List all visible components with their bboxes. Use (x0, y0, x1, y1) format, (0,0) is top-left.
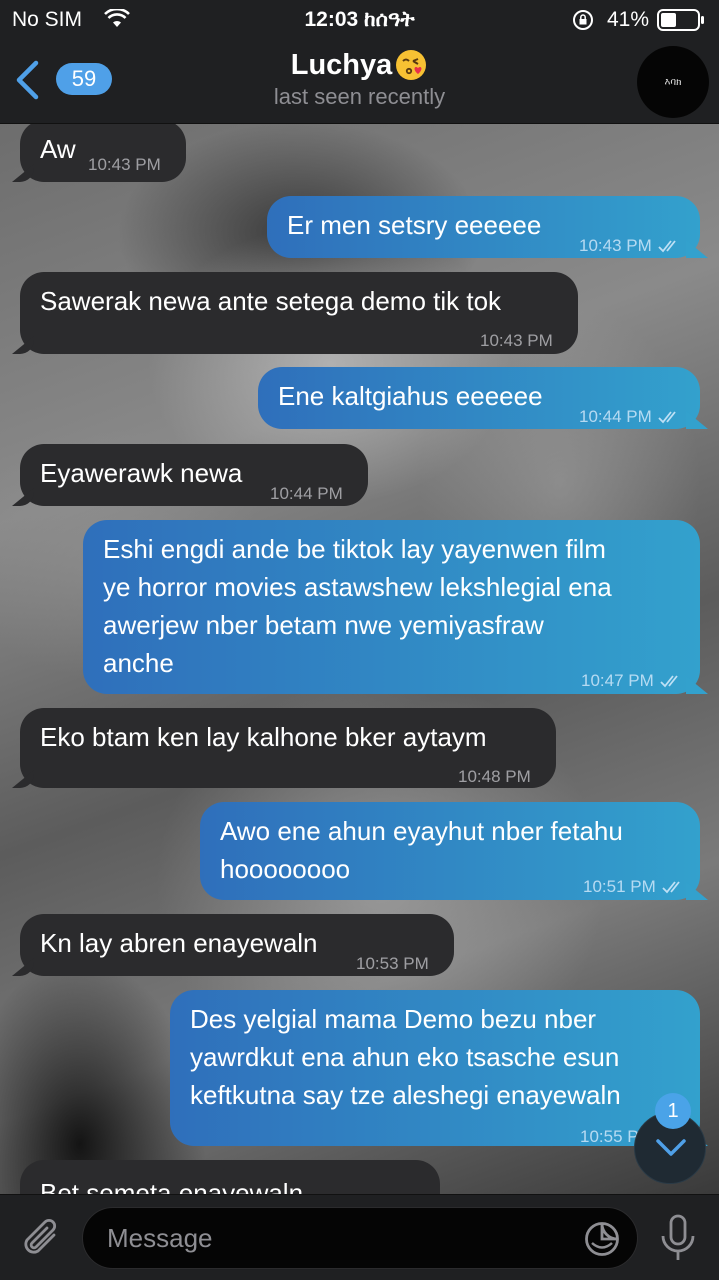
message-text: keftkutna say tze aleshegi enayewaln (190, 1080, 621, 1110)
message-meta: 10:48 PM (458, 758, 531, 796)
read-double-check-icon (658, 411, 676, 424)
back-button[interactable]: 59 (12, 58, 112, 102)
message-text: ye horror movies astawshew lekshlegial e… (103, 572, 612, 602)
message-meta: 10:43 PM (579, 227, 682, 265)
message-meta: 10:43 PM (88, 146, 161, 184)
message-meta: 10:44 PM (579, 398, 682, 436)
message-text: Aw (40, 134, 76, 164)
last-seen-status: last seen recently (273, 84, 446, 109)
message-time: 10:51 PM (583, 877, 656, 896)
message-time: 10:44 PM (270, 484, 343, 503)
read-double-check-icon (660, 675, 678, 688)
message-meta: 10:47 PM (581, 662, 684, 700)
message-incoming[interactable]: Bet semeta enayewaln (20, 1160, 440, 1194)
paperclip-icon[interactable] (20, 1215, 64, 1261)
message-time: 10:43 PM (579, 236, 652, 255)
message-time: 10:43 PM (88, 155, 161, 174)
message-incoming[interactable]: Sawerak newa ante setega demo tik tok 10… (20, 272, 578, 354)
chat-header: 59 Luchya last seen recently እባክ (0, 40, 719, 124)
contact-avatar[interactable]: እባክ (637, 46, 709, 118)
message-incoming[interactable]: Kn lay abren enayewaln 10:53 PM (20, 914, 454, 976)
battery-icon (657, 9, 704, 31)
message-time: 10:48 PM (458, 767, 531, 786)
message-text: Eyawerawk newa (40, 458, 243, 488)
microphone-icon[interactable] (658, 1213, 698, 1263)
message-text: hoooooooo (220, 854, 351, 884)
battery-percentage: 41% (607, 8, 650, 31)
kissing-face-emoji-icon (396, 50, 427, 80)
message-incoming[interactable]: Eko btam ken lay kalhone bker aytaym 10:… (20, 708, 556, 788)
message-outgoing[interactable]: Awo ene ahun eyayhut nber fetahu hoooooo… (200, 802, 700, 900)
message-time: 10:53 PM (356, 954, 429, 973)
message-meta: 10:44 PM (270, 475, 343, 513)
avatar-logo-text: እባክ (664, 76, 682, 88)
message-text: Er men setsry eeeeee (287, 210, 542, 240)
unread-chats-badge: 59 (56, 63, 112, 95)
message-meta: 10:53 PM (356, 945, 429, 983)
message-text: Sawerak newa ante setega demo tik tok (40, 286, 502, 316)
message-field[interactable] (82, 1207, 638, 1269)
message-text: Eshi engdi ande be tiktok lay yayenwen f… (103, 534, 606, 564)
message-outgoing[interactable]: Er men setsry eeeeee 10:43 PM (267, 196, 700, 258)
contact-name: Luchya (290, 48, 393, 81)
chevron-down-icon (656, 1139, 686, 1156)
message-input[interactable] (107, 1218, 567, 1258)
chat-title-block[interactable]: Luchya last seen recently (180, 48, 539, 110)
read-double-check-icon (662, 881, 680, 894)
scroll-to-bottom-button[interactable]: 1 (634, 1093, 706, 1184)
message-outgoing[interactable]: Eshi engdi ande be tiktok lay yayenwen f… (83, 520, 700, 694)
message-time: 10:47 PM (581, 671, 654, 690)
message-time: 10:44 PM (579, 407, 652, 426)
message-text: Kn lay abren enayewaln (40, 928, 318, 958)
message-list[interactable]: Aw 10:43 PM Er men setsry eeeeee 10:43 P… (0, 124, 719, 1194)
message-incoming[interactable]: Aw 10:43 PM (20, 124, 186, 182)
contact-name-row: Luchya (291, 48, 429, 82)
message-text: Bet semeta enayewaln (40, 1178, 304, 1194)
read-double-check-icon (658, 240, 676, 253)
message-text: anche (103, 648, 174, 678)
message-text: Awo ene ahun eyayhut nber fetahu (220, 816, 623, 846)
message-text: awerjew nber betam nwe yemiyasfraw (103, 610, 544, 640)
message-text: Des yelgial mama Demo bezu nber (190, 1004, 597, 1034)
message-meta: 10:43 PM (480, 322, 553, 360)
message-text: yawrdkut ena ahun eko tsasche esun (190, 1042, 620, 1072)
message-outgoing[interactable]: Des yelgial mama Demo bezu nber yawrdkut… (170, 990, 700, 1146)
message-meta: 10:51 PM (583, 868, 686, 906)
sticker-icon[interactable] (583, 1220, 621, 1258)
chevron-left-icon (16, 60, 39, 100)
message-outgoing[interactable]: Ene kaltgiahus eeeeee 10:44 PM (258, 367, 700, 429)
message-time: 10:43 PM (480, 331, 553, 350)
orientation-lock-icon (573, 10, 593, 30)
message-incoming[interactable]: Eyawerawk newa 10:44 PM (20, 444, 368, 506)
message-text: Eko btam ken lay kalhone bker aytaym (40, 722, 487, 752)
composer-bar (0, 1194, 719, 1280)
unread-count-badge: 1 (655, 1093, 691, 1129)
message-text: Ene kaltgiahus eeeeee (278, 381, 543, 411)
status-bar: No SIM 12:03 ከሰዓት 41% (0, 0, 719, 40)
